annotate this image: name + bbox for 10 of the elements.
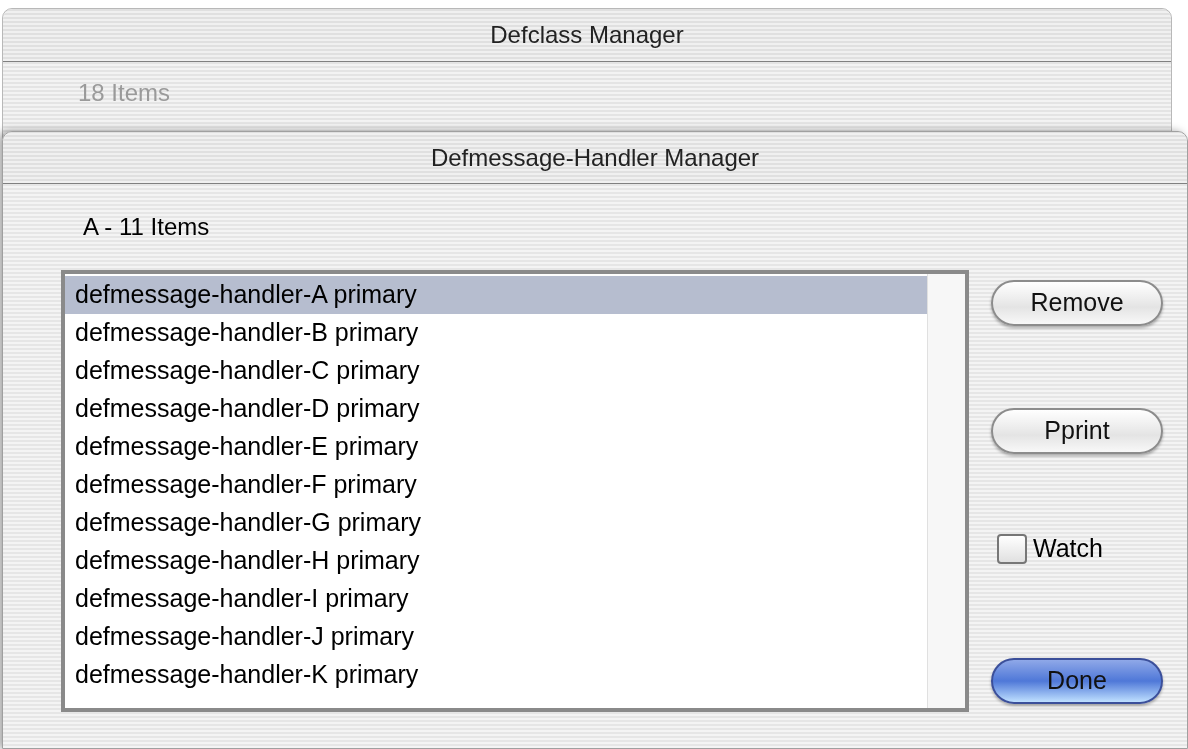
checkbox-label: Watch (1033, 533, 1103, 564)
window-title: Defclass Manager (490, 20, 684, 50)
window-title: Defmessage-Handler Manager (430, 142, 760, 173)
list-item[interactable]: defmessage-handler-A primary (65, 276, 927, 314)
item-count: 18 Items (78, 78, 171, 108)
done-button[interactable]: Done (991, 657, 1163, 704)
push-button[interactable]: Pprint (991, 408, 1163, 454)
watch-checkbox[interactable] (997, 533, 1027, 564)
push-button[interactable]: Remove (991, 280, 1163, 326)
item-count: A - 11 Items (83, 212, 210, 242)
